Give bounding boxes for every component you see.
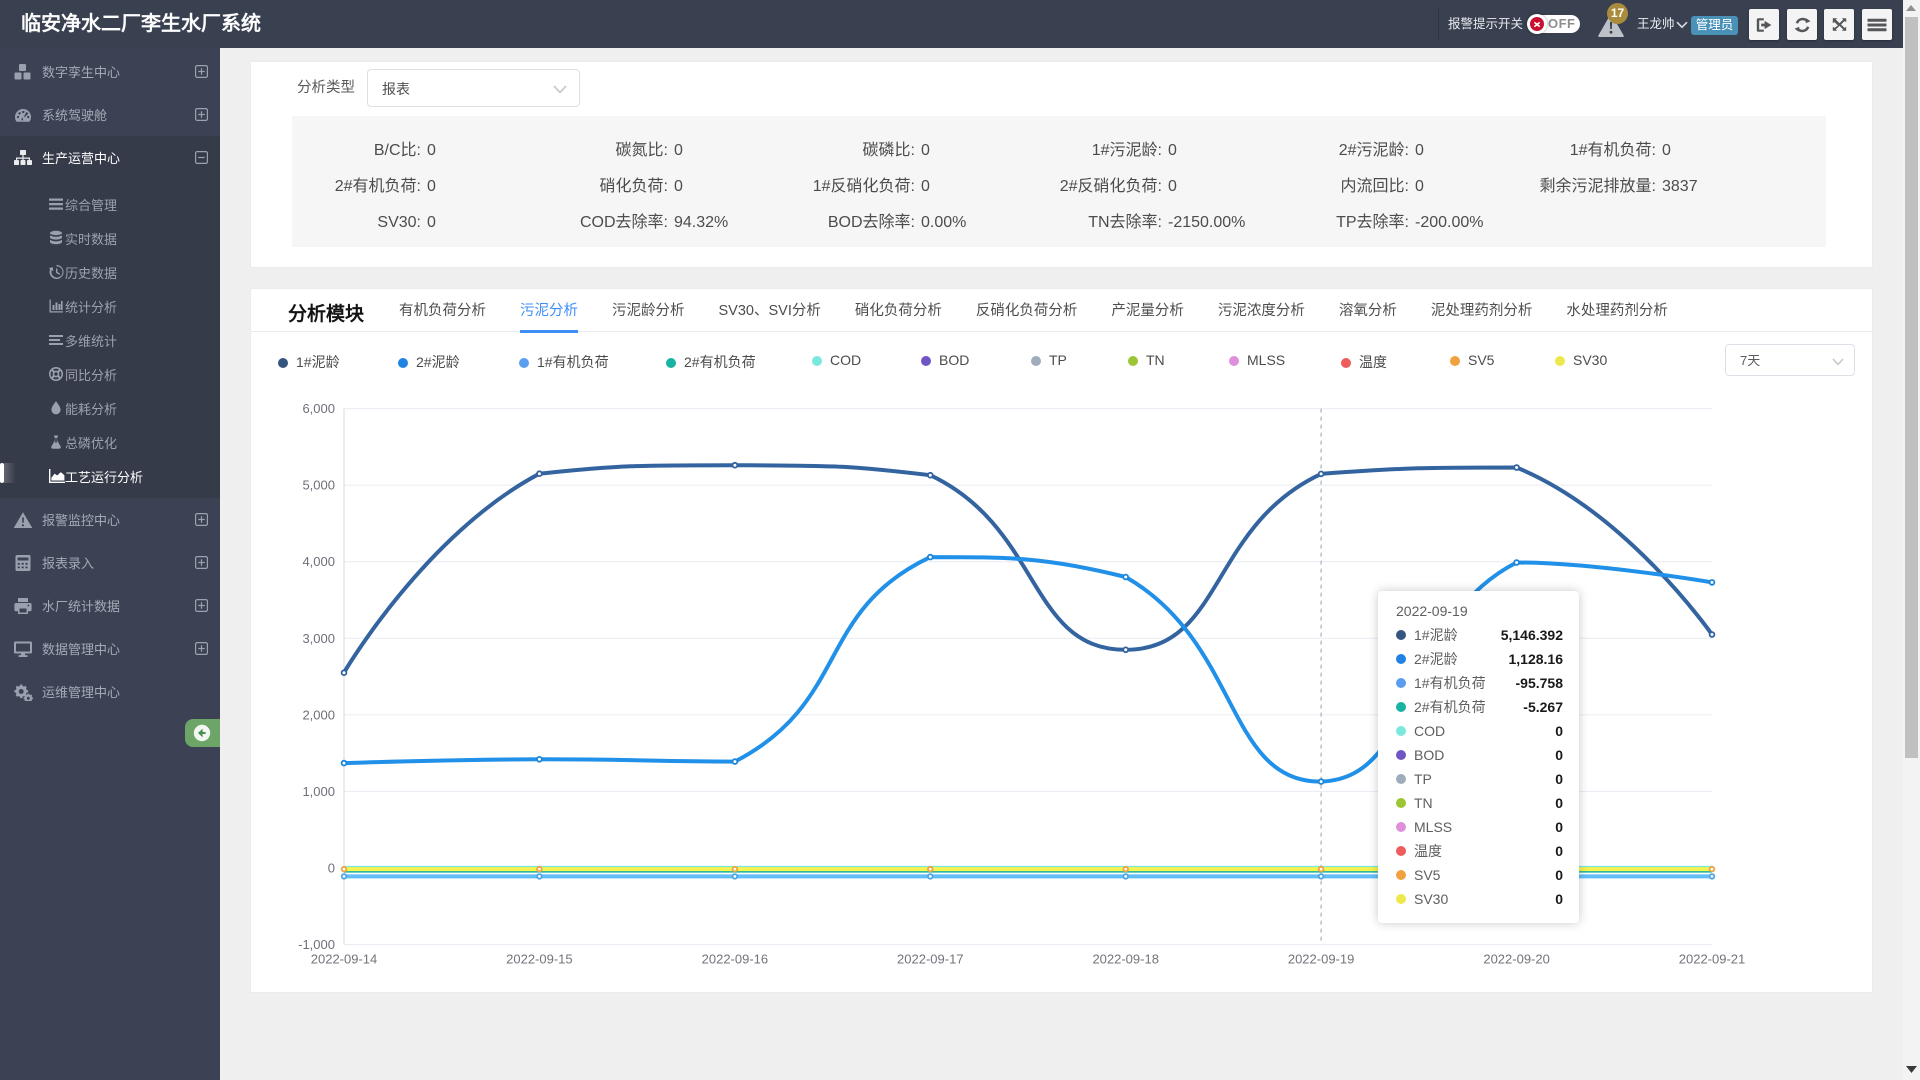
svg-text:1,000: 1,000 — [302, 784, 335, 799]
svg-text:2022-09-17: 2022-09-17 — [897, 952, 964, 967]
svg-text:6,000: 6,000 — [302, 401, 335, 416]
svg-text:3,000: 3,000 — [302, 631, 335, 646]
svg-text:2022-09-20: 2022-09-20 — [1483, 952, 1550, 967]
svg-text:2022-09-21: 2022-09-21 — [1679, 952, 1746, 967]
svg-text:2022-09-16: 2022-09-16 — [702, 952, 769, 967]
svg-text:2022-09-15: 2022-09-15 — [506, 952, 573, 967]
svg-text:2022-09-19: 2022-09-19 — [1288, 952, 1355, 967]
svg-text:0: 0 — [328, 861, 335, 876]
svg-text:2,000: 2,000 — [302, 707, 335, 722]
svg-text:2022-09-14: 2022-09-14 — [311, 952, 378, 967]
svg-text:5,000: 5,000 — [302, 478, 335, 493]
svg-text:2022-09-18: 2022-09-18 — [1092, 952, 1159, 967]
svg-text:4,000: 4,000 — [302, 554, 335, 569]
svg-text:-1,000: -1,000 — [298, 937, 335, 952]
